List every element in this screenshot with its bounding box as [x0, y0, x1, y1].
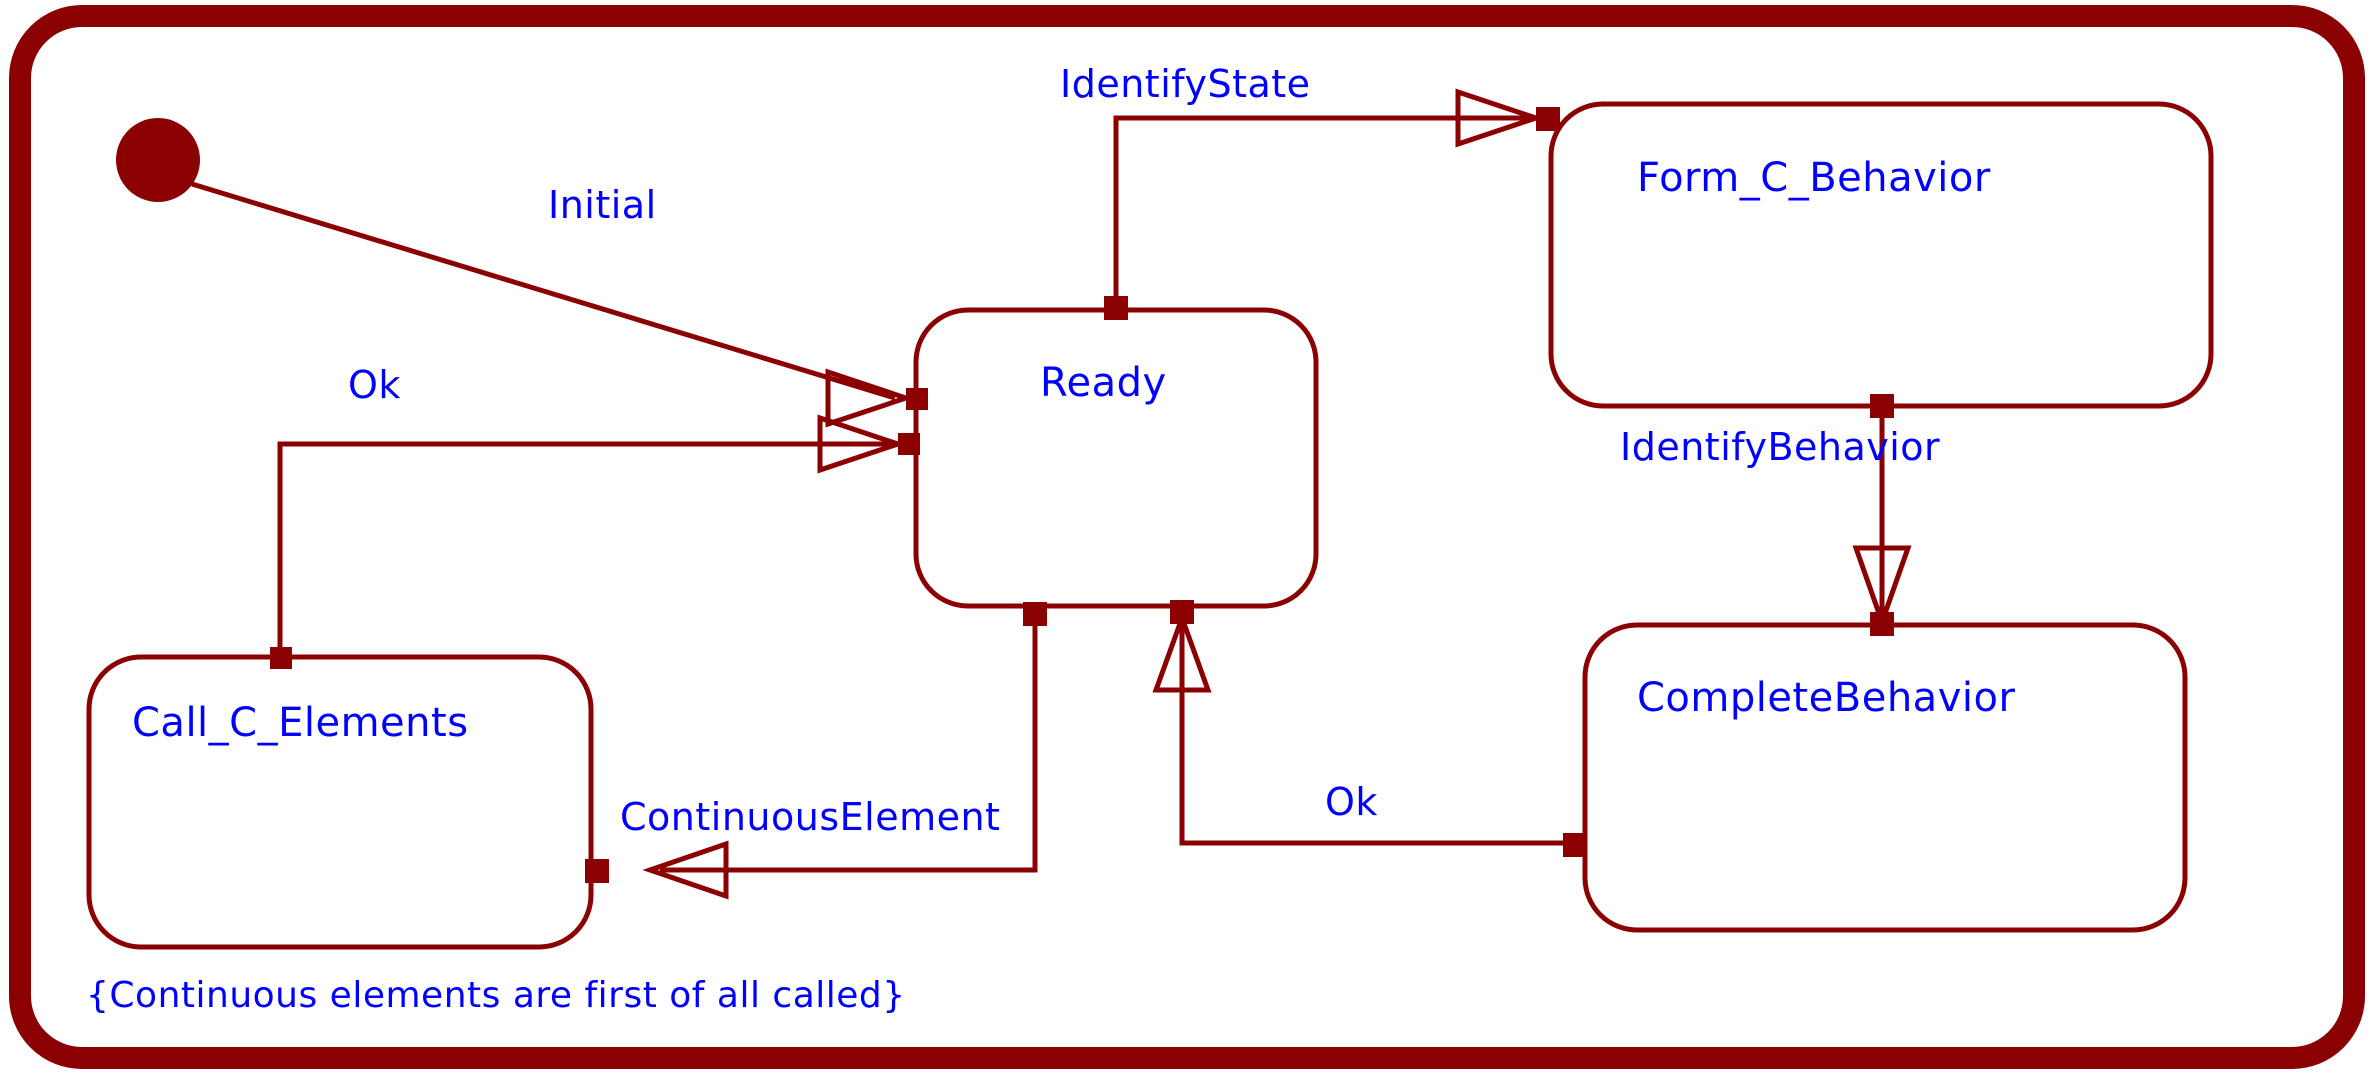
transition-continuous-element[interactable]	[585, 602, 1047, 900]
connection-point	[270, 647, 292, 669]
connection-point	[1104, 296, 1128, 320]
transition-ok-call-c-elements[interactable]	[270, 414, 920, 669]
transition-label-identify-behavior: IdentifyBehavior	[1620, 425, 1941, 469]
connection-point	[1536, 107, 1560, 131]
state-diagram-canvas: Ready Form_C_Behavior CompleteBehavior C…	[0, 0, 2374, 1081]
connection-point	[585, 859, 609, 883]
state-box-ready[interactable]	[913, 307, 1319, 609]
connection-point	[1870, 394, 1894, 418]
diagram-note: {Continuous elements are first of all ca…	[86, 975, 906, 1016]
diagram-vector-layer	[9, 5, 2365, 1069]
state-label-form-c-behavior: Form_C_Behavior	[1637, 155, 1991, 201]
connection-point	[1563, 833, 1587, 857]
connection-point	[1170, 600, 1194, 624]
transition-label-ok-call: Ok	[348, 363, 401, 407]
transition-label-ok-complete: Ok	[1325, 780, 1378, 824]
state-box-complete-behavior[interactable]	[1582, 622, 2188, 933]
outer-frame	[9, 5, 2365, 1069]
state-box-form-c-behavior[interactable]	[1548, 101, 2214, 409]
state-label-call-c-elements: Call_C_Elements	[132, 700, 469, 746]
transition-identify-state[interactable]	[1104, 88, 1560, 320]
transition-label-initial: Initial	[548, 183, 657, 227]
connection-point	[906, 388, 928, 410]
initial-state-marker[interactable]	[116, 118, 200, 202]
state-label-complete-behavior: CompleteBehavior	[1637, 675, 2016, 721]
state-label-ready: Ready	[1040, 360, 1167, 406]
connection-point	[898, 433, 920, 455]
transition-label-identify-state: IdentifyState	[1060, 62, 1311, 106]
transition-label-continuous-element: ContinuousElement	[620, 795, 1001, 839]
connection-point	[1023, 602, 1047, 626]
connection-point	[1870, 612, 1894, 636]
